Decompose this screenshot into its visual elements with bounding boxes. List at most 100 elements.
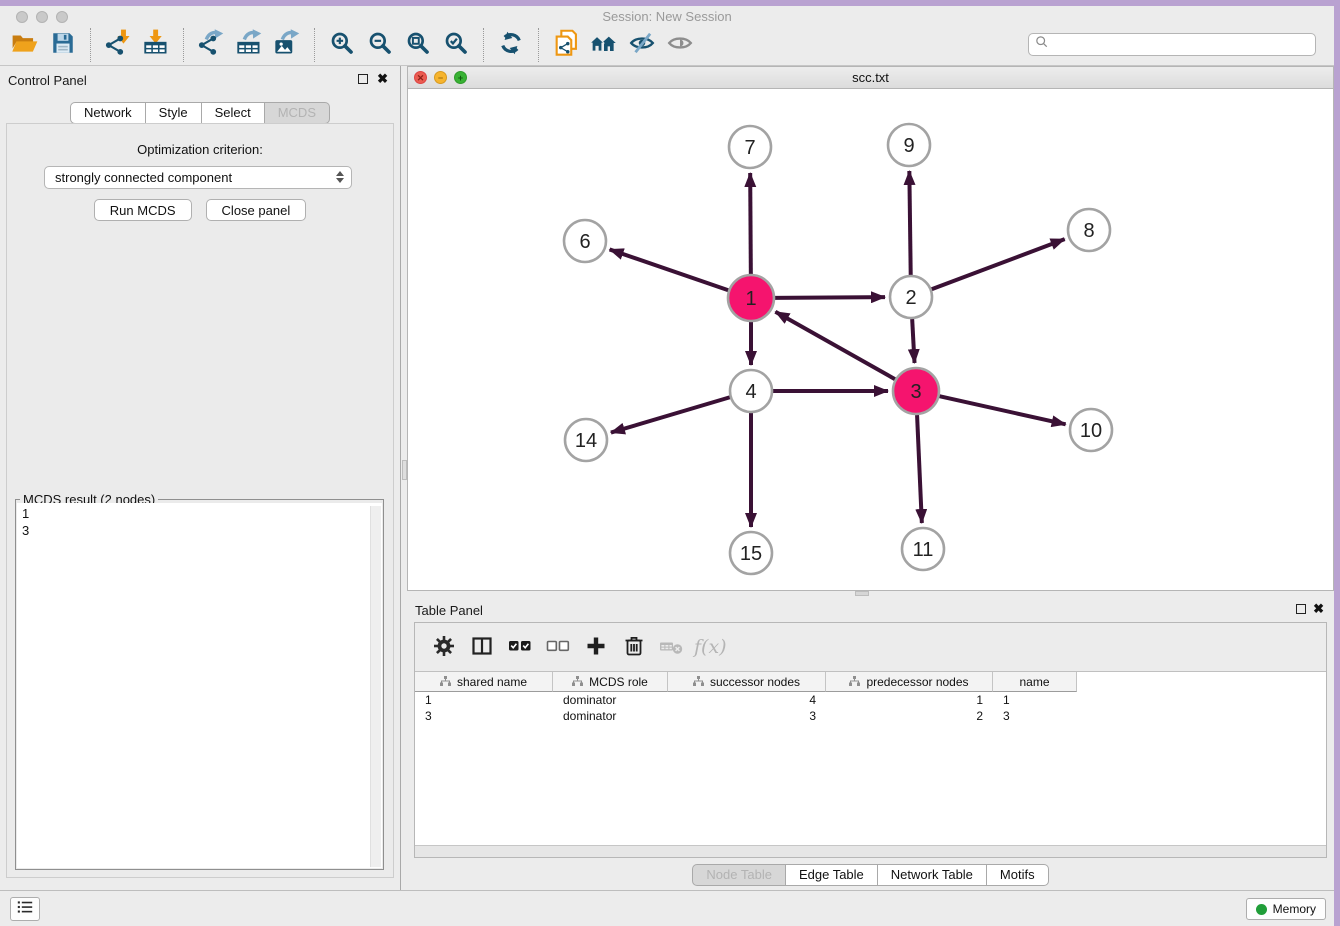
column-header-successor-nodes[interactable]: successor nodes: [668, 672, 826, 692]
zoom-in-button[interactable]: [323, 28, 361, 62]
search-input[interactable]: [1049, 38, 1309, 52]
table-cell[interactable]: 1: [993, 692, 1077, 708]
mcds-result-line: 1: [22, 505, 377, 522]
mcds-result-list[interactable]: 1 3: [17, 503, 382, 868]
table-cell[interactable]: 1: [826, 692, 993, 708]
tab-network-table[interactable]: Network Table: [878, 864, 987, 886]
select-all-columns-button[interactable]: [505, 632, 535, 662]
table-cell[interactable]: 3: [668, 708, 826, 724]
run-mcds-button[interactable]: Run MCDS: [94, 199, 192, 221]
graph-edge-1-7[interactable]: [750, 173, 751, 274]
import-network-button[interactable]: [99, 28, 137, 62]
svg-text:3: 3: [910, 381, 921, 403]
float-panel-icon[interactable]: [1296, 604, 1306, 614]
function-builder-button: f(x): [695, 632, 725, 662]
graph-node-8[interactable]: 8: [1068, 209, 1110, 251]
clone-network-button[interactable]: [547, 28, 585, 62]
column-label: shared name: [457, 675, 527, 689]
graph-node-4[interactable]: 4: [730, 370, 772, 412]
zoom-out-button[interactable]: [361, 28, 399, 62]
result-scrollbar-track[interactable]: [370, 506, 381, 867]
graph-node-7[interactable]: 7: [729, 126, 771, 168]
show-hidden-button[interactable]: [661, 28, 699, 62]
delete-table-button: [657, 632, 687, 662]
graph-node-11[interactable]: 11: [902, 528, 944, 570]
svg-text:9: 9: [903, 135, 914, 157]
graph-node-10[interactable]: 10: [1070, 409, 1112, 451]
svg-text:7: 7: [744, 137, 755, 159]
hide-selected-button[interactable]: [623, 28, 661, 62]
export-image-button[interactable]: [268, 28, 306, 62]
table-cell[interactable]: 3: [993, 708, 1077, 724]
graph-edge-3-10[interactable]: [939, 396, 1065, 424]
graph-node-2[interactable]: 2: [890, 276, 932, 318]
graph-node-3[interactable]: 3: [893, 368, 939, 414]
table-row[interactable]: 1dominator411: [415, 692, 1326, 708]
delete-column-button[interactable]: [619, 632, 649, 662]
tab-motifs[interactable]: Motifs: [987, 864, 1049, 886]
table-row[interactable]: 3dominator323: [415, 708, 1326, 724]
export-table-button[interactable]: [230, 28, 268, 62]
tab-network[interactable]: Network: [70, 102, 146, 124]
tab-select[interactable]: Select: [202, 102, 265, 124]
clone-network-icon: [552, 29, 580, 60]
table-horizontal-scrollbar[interactable]: [415, 845, 1326, 857]
table-options-button[interactable]: [429, 632, 459, 662]
table-cell[interactable]: dominator: [553, 692, 668, 708]
list-icon: [16, 899, 34, 920]
export-network-button[interactable]: [192, 28, 230, 62]
zoom-in-icon: [329, 30, 355, 59]
control-panel-tabs: NetworkStyleSelectMCDS: [0, 102, 400, 124]
column-tree-icon: [849, 675, 860, 689]
tab-node-table[interactable]: Node Table: [692, 864, 786, 886]
optimization-criterion-dropdown[interactable]: strongly connected component: [44, 166, 352, 189]
memory-button[interactable]: Memory: [1246, 898, 1326, 920]
show-column-panel-button[interactable]: [467, 632, 497, 662]
float-panel-icon[interactable]: [358, 74, 368, 84]
graph-edge-3-11[interactable]: [917, 415, 922, 523]
open-session-button[interactable]: [6, 28, 44, 62]
tab-style[interactable]: Style: [146, 102, 202, 124]
table-cell[interactable]: 4: [668, 692, 826, 708]
column-header-mcds-role[interactable]: MCDS role: [553, 672, 668, 692]
network-canvas[interactable]: 7 9 6 8 1 2 4 3 14 10 15 11: [408, 89, 1333, 590]
search-box[interactable]: [1028, 33, 1316, 56]
graph-node-6[interactable]: 6: [564, 220, 606, 262]
graph-edge-1-6[interactable]: [610, 249, 729, 290]
save-session-button[interactable]: [44, 28, 82, 62]
graph-node-14[interactable]: 14: [565, 419, 607, 461]
graph-node-1[interactable]: 1: [728, 275, 774, 321]
graph-edge-4-14[interactable]: [611, 397, 730, 432]
task-history-button[interactable]: [10, 897, 40, 921]
graph-edge-3-1[interactable]: [775, 312, 895, 379]
close-panel-button[interactable]: Close panel: [206, 199, 307, 221]
column-header-predecessor-nodes[interactable]: predecessor nodes: [826, 672, 993, 692]
table-cell[interactable]: 1: [415, 692, 553, 708]
tab-edge-table[interactable]: Edge Table: [786, 864, 878, 886]
import-table-button[interactable]: [137, 28, 175, 62]
add-column-button[interactable]: [581, 632, 611, 662]
graph-edge-2-8[interactable]: [932, 239, 1065, 289]
first-neighbors-button[interactable]: [585, 28, 623, 62]
graph-edge-2-3[interactable]: [912, 319, 914, 363]
close-panel-icon[interactable]: ✖: [1313, 601, 1324, 616]
show-eye-icon: [666, 30, 694, 59]
graph-node-15[interactable]: 15: [730, 532, 772, 574]
svg-text:15: 15: [740, 543, 762, 565]
zoom-fit-content-button[interactable]: [399, 28, 437, 62]
panel-split-divider[interactable]: [400, 66, 407, 890]
graph-node-9[interactable]: 9: [888, 124, 930, 166]
close-panel-icon[interactable]: ✖: [377, 71, 388, 86]
refresh-view-button[interactable]: [492, 28, 530, 62]
column-header-name[interactable]: name: [993, 672, 1077, 692]
table-cell[interactable]: 2: [826, 708, 993, 724]
open-folder-icon: [11, 30, 39, 59]
graph-edge-2-9[interactable]: [909, 171, 910, 275]
graph-edge-1-2[interactable]: [775, 297, 885, 298]
tab-mcds[interactable]: MCDS: [265, 102, 330, 124]
column-header-shared-name[interactable]: shared name: [415, 672, 553, 692]
table-cell[interactable]: 3: [415, 708, 553, 724]
deselect-all-columns-button[interactable]: [543, 632, 573, 662]
table-cell[interactable]: dominator: [553, 708, 668, 724]
zoom-selected-button[interactable]: [437, 28, 475, 62]
